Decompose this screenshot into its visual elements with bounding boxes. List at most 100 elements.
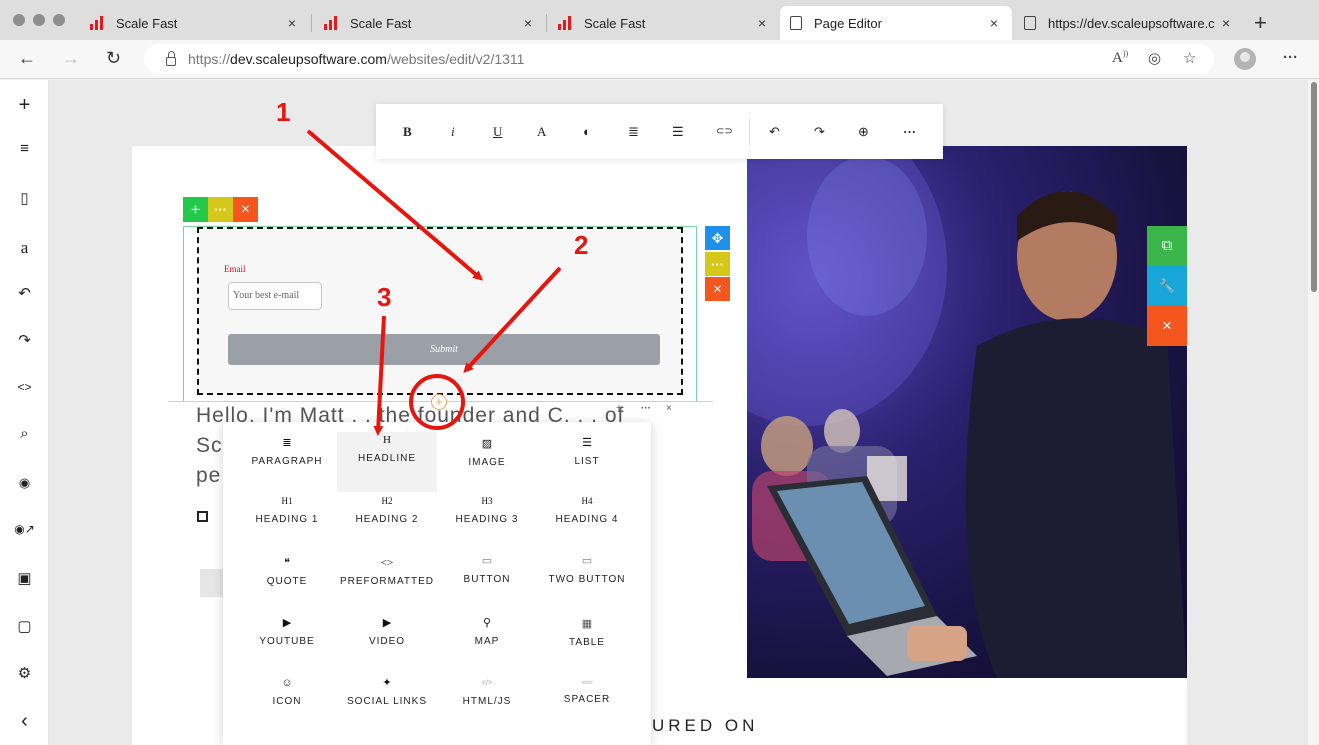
toolbar-zoom-button[interactable]: ⊕	[858, 124, 869, 140]
close-tab-icon[interactable]: ×	[1218, 15, 1234, 31]
menu-item-table[interactable]: ▦ TABLE	[537, 616, 637, 676]
clipboard-icon[interactable]: ▢	[0, 617, 49, 635]
browser-tab-1[interactable]: Scale Fast ×	[80, 6, 310, 40]
url-field[interactable]: https://dev.scaleupsoftware.com/websites…	[144, 44, 1214, 74]
color-button[interactable]: ◐	[583, 124, 591, 140]
element-more-button[interactable]: ···	[208, 197, 233, 222]
toolbar-redo-button[interactable]: ↷	[814, 124, 825, 140]
menu-item-map[interactable]: ⚲ MAP	[437, 615, 537, 675]
quote-icon: ❝	[284, 557, 290, 569]
window-zoom-dot[interactable]	[53, 14, 65, 26]
speaker-photo[interactable]	[747, 146, 1187, 678]
browser-tab-2[interactable]: Scale Fast ×	[314, 6, 546, 40]
typography-icon[interactable]: a	[0, 238, 49, 258]
mini-add-icon[interactable]: +	[616, 403, 622, 414]
menu-item-spacer[interactable]: ▬ SPACER	[537, 673, 637, 733]
spacing-button[interactable]: ☰	[672, 124, 684, 140]
avatar[interactable]	[1234, 48, 1256, 70]
tracking-prevention-icon[interactable]: ◎	[1148, 49, 1161, 67]
browser-tab-page-editor[interactable]: Page Editor ×	[780, 6, 1012, 40]
delete-element-button[interactable]: ×	[233, 197, 258, 222]
insert-element-plus-button[interactable]: +	[431, 394, 447, 410]
delete-section-side-button[interactable]: ×	[1147, 306, 1187, 346]
align-button[interactable]: ≣	[628, 124, 639, 140]
code-icon[interactable]: <>	[0, 380, 49, 394]
section-more-button[interactable]: ···	[705, 252, 730, 276]
menu-item-preformatted[interactable]: <> PREFORMATTED	[337, 555, 437, 615]
button-icon: ▭	[481, 555, 493, 567]
menu-item-html-js[interactable]: </> HTML/JS	[437, 675, 537, 735]
toolbar-undo-button[interactable]: ↶	[769, 124, 780, 140]
menu-item-icon[interactable]: ☺ ICON	[237, 675, 337, 735]
checkbox-icon[interactable]	[197, 511, 208, 522]
favorites-icon[interactable]: ☆	[1183, 49, 1196, 67]
menu-item-two-button[interactable]: ▭ TWO BUTTON	[537, 553, 637, 613]
move-section-button[interactable]: ✥	[705, 226, 730, 250]
menu-item-heading-1[interactable]: H1 HEADING 1	[237, 493, 337, 553]
menu-item-heading-2[interactable]: H2 HEADING 2	[337, 493, 437, 553]
preview-external-icon[interactable]: ◉↗	[0, 522, 49, 536]
toolbar-more-button[interactable]: ···	[903, 124, 916, 140]
menu-item-image[interactable]: ▨ IMAGE	[437, 436, 537, 496]
menu-item-button[interactable]: ▭ BUTTON	[437, 553, 537, 613]
window-minimize-dot[interactable]	[33, 14, 45, 26]
scrollbar-thumb[interactable]	[1311, 82, 1317, 292]
menu-item-heading-3[interactable]: H3 HEADING 3	[437, 493, 537, 553]
heading-2-icon: H2	[381, 496, 393, 506]
url-prefix: https://	[188, 51, 231, 67]
save-icon[interactable]: ▣	[0, 569, 49, 587]
duplicate-section-button[interactable]: ⧉	[1147, 226, 1187, 266]
menu-item-quote[interactable]: ❝ QUOTE	[237, 555, 337, 615]
menu-item-list[interactable]: ☰ LIST	[537, 435, 637, 495]
menu-item-paragraph[interactable]: ≣ PARAGRAPH	[237, 435, 337, 495]
mini-close-icon[interactable]: ×	[666, 403, 672, 414]
bold-button[interactable]: B	[403, 124, 412, 140]
close-tab-icon[interactable]: ×	[520, 15, 536, 31]
paragraph-icon: ≣	[282, 437, 292, 449]
menu-item-youtube[interactable]: ▶ YOUTUBE	[237, 615, 337, 675]
close-tab-icon[interactable]: ×	[754, 15, 770, 31]
add-element-button[interactable]: +	[183, 197, 208, 222]
form-block[interactable]	[197, 227, 683, 395]
font-button[interactable]: A	[537, 124, 546, 140]
redo-icon[interactable]: ↷	[0, 331, 49, 349]
menu-item-headline[interactable]: H HEADLINE	[337, 432, 437, 492]
zoom-icon[interactable]: ⌕	[0, 425, 49, 442]
menu-item-social-links[interactable]: ✦ SOCIAL LINKS	[337, 675, 437, 735]
map-pin-icon: ⚲	[482, 617, 492, 629]
scalefast-logo-icon	[558, 16, 574, 30]
settings-icon[interactable]: ⚙	[0, 664, 49, 682]
reload-button[interactable]: ↻	[106, 48, 121, 69]
delete-section-button[interactable]: ×	[705, 277, 730, 301]
italic-button[interactable]: i	[451, 124, 455, 140]
submit-button[interactable]: Submit	[228, 334, 660, 365]
email-field[interactable]: Your best e-mail	[228, 282, 322, 310]
mini-more-icon[interactable]: ···	[641, 403, 651, 414]
section-settings-button[interactable]: 🔧	[1147, 266, 1187, 306]
window-close-dot[interactable]	[13, 14, 25, 26]
close-tab-icon[interactable]: ×	[986, 15, 1002, 31]
two-button-icon: ▭	[581, 555, 593, 567]
hidden-button[interactable]	[200, 569, 224, 597]
browser-tab-3[interactable]: Scale Fast ×	[548, 6, 780, 40]
pages-icon[interactable]: ▯	[0, 189, 49, 207]
add-icon[interactable]: +	[0, 94, 49, 117]
link-button[interactable]: ⊂⊃	[716, 126, 733, 137]
undo-icon[interactable]: ↶	[0, 284, 49, 302]
close-tab-icon[interactable]: ×	[284, 15, 300, 31]
underline-button[interactable]: U	[493, 124, 502, 140]
collapse-icon[interactable]: ‹	[0, 710, 49, 733]
new-tab-button[interactable]: +	[1254, 10, 1267, 36]
menu-item-video[interactable]: ▶ VIDEO	[337, 615, 437, 675]
read-aloud-icon[interactable]: A))	[1112, 49, 1128, 67]
url-path: /websites/edit/v2/1311	[386, 51, 525, 67]
sections-icon[interactable]: ≡	[0, 140, 49, 157]
scalefast-logo-icon	[90, 16, 106, 30]
more-icon[interactable]: ···	[1283, 49, 1298, 66]
forward-button[interactable]: →	[62, 48, 80, 69]
back-button[interactable]: ←	[18, 48, 36, 69]
preview-icon[interactable]: ◉	[0, 475, 49, 491]
url-host: dev.scaleupsoftware.com	[230, 51, 387, 67]
menu-item-heading-4[interactable]: H4 HEADING 4	[537, 493, 637, 553]
browser-tab-5[interactable]: https://dev.scaleupsoftware.c ×	[1014, 6, 1244, 40]
